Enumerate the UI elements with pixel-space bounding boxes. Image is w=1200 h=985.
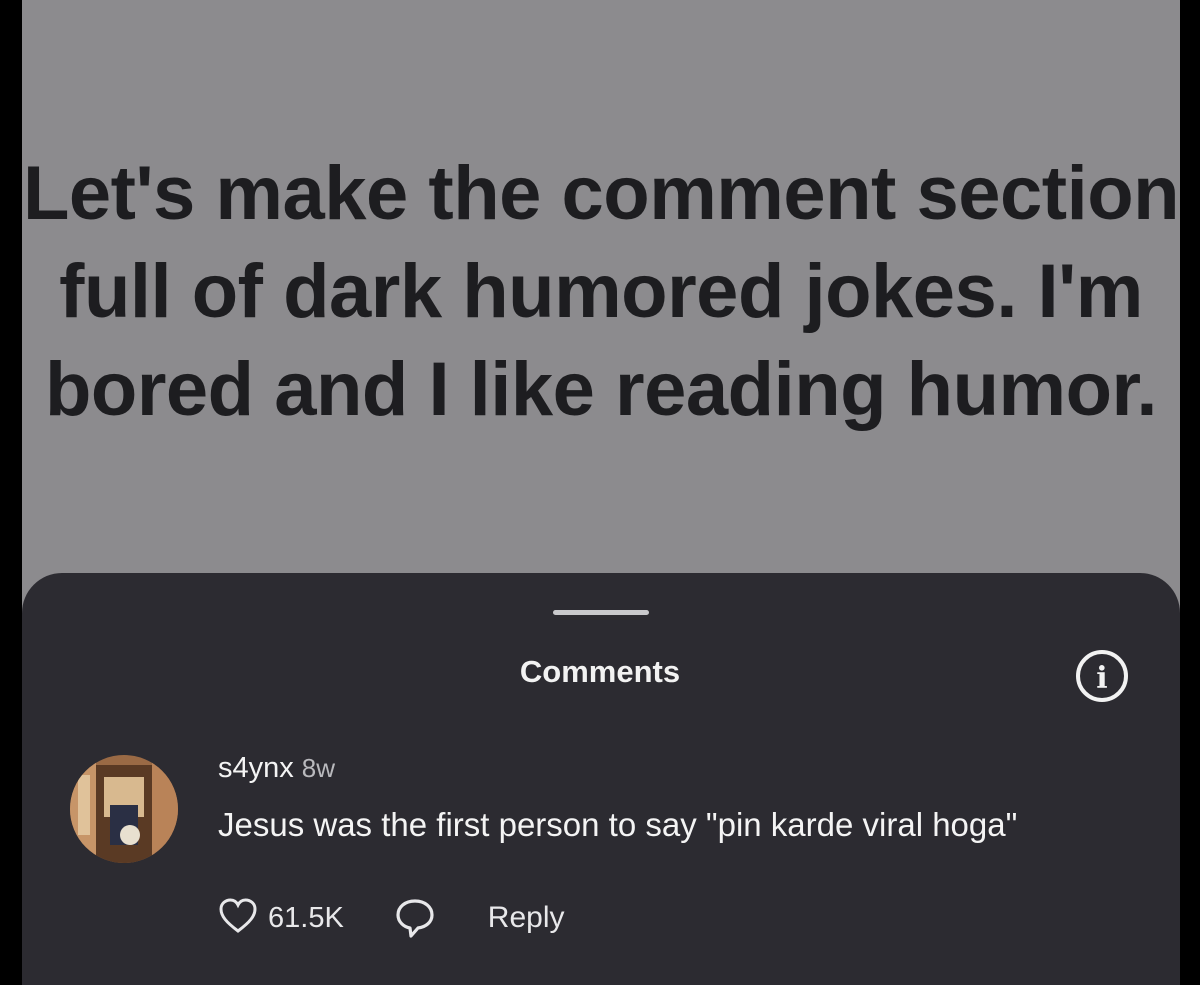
info-icon[interactable]: i xyxy=(1074,648,1130,704)
reply-icon[interactable] xyxy=(394,897,436,939)
heart-icon[interactable] xyxy=(218,897,258,940)
like-count: 61.5K xyxy=(268,901,344,934)
like-button[interactable]: 61.5K xyxy=(218,897,344,940)
comments-title: Comments xyxy=(519,654,681,689)
drag-handle[interactable] xyxy=(553,610,649,615)
comment-author[interactable]: s4ynx 8w xyxy=(218,750,335,786)
reply-button[interactable]: Reply xyxy=(488,901,565,935)
comment-text: Jesus was the first person to say "pin k… xyxy=(218,806,1018,843)
avatar[interactable] xyxy=(70,755,178,863)
svg-text:i: i xyxy=(1096,661,1107,696)
post-text: Let's make the comment section full of d… xyxy=(22,151,1180,432)
comment-timestamp: 8w xyxy=(301,753,336,783)
comment-username[interactable]: s4ynx xyxy=(218,752,294,784)
comments-sheet xyxy=(22,573,1180,985)
comment-actions: 61.5K Reply xyxy=(218,895,565,941)
